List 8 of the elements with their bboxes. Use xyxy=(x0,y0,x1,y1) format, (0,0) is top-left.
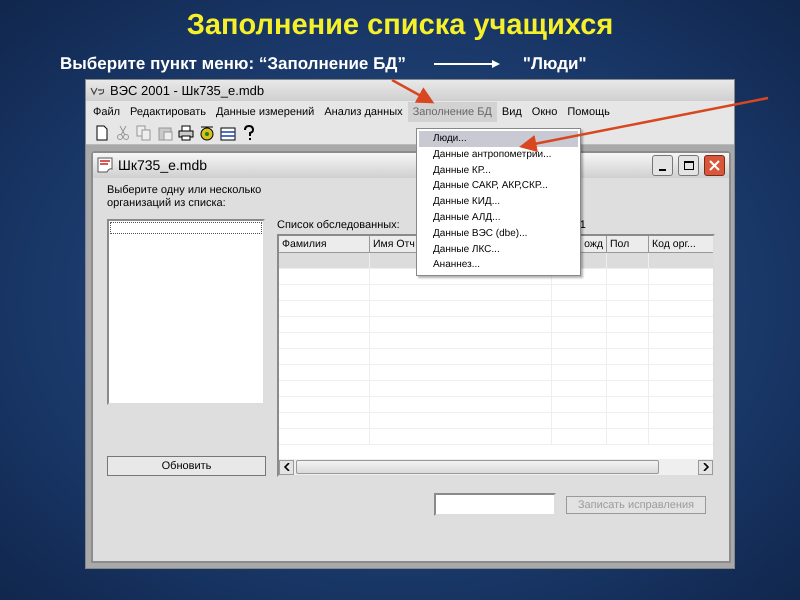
instruction-text: Выберите пункт меню: “Заполнение БД” xyxy=(60,53,406,76)
target-text: "Люди" xyxy=(522,53,587,76)
record-count: 1 xyxy=(580,218,586,233)
prompt-text: Выберите одну или несколько организаций из списка: xyxy=(107,184,262,210)
list-label: Список обследованных: xyxy=(277,218,400,233)
document-title: Шк735_e.mdb xyxy=(118,156,208,175)
window-title: ВЭС 2001 - Шк735_e.mdb xyxy=(110,82,264,100)
slide-title: Заполнение списка учащихся xyxy=(186,8,614,43)
